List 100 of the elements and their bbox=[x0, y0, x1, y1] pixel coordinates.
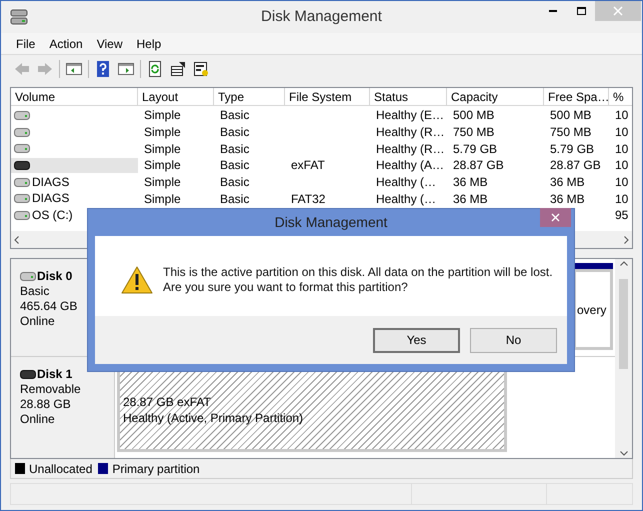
column-header[interactable]: Free Spa… bbox=[544, 88, 609, 105]
drive-icon bbox=[14, 178, 30, 187]
disk-size: 465.64 GB bbox=[20, 299, 78, 314]
table-cell: Healthy (A… bbox=[376, 158, 444, 172]
table-cell: 10 bbox=[615, 125, 628, 140]
partition-label: overy bbox=[577, 302, 608, 318]
table-cell: 95 bbox=[615, 208, 628, 222]
table-cell: 5.79 GB bbox=[453, 142, 498, 156]
settings-icon[interactable] bbox=[192, 60, 210, 78]
partition-size: 28.87 GB exFAT bbox=[123, 394, 212, 410]
close-icon bbox=[551, 213, 560, 222]
column-header[interactable]: % bbox=[609, 88, 632, 105]
table-cell: 750 MB bbox=[550, 125, 592, 140]
menu-item[interactable]: Help bbox=[132, 34, 166, 52]
menu-item[interactable]: File bbox=[11, 34, 40, 52]
properties-icon[interactable] bbox=[169, 60, 187, 78]
close-button[interactable] bbox=[540, 208, 571, 227]
partition-status: Healthy (Active, Primary Partition) bbox=[123, 410, 304, 426]
table-cell: Basic bbox=[220, 125, 250, 140]
table-cell: 750 MB bbox=[453, 125, 494, 140]
table-cell: 36 MB bbox=[550, 192, 585, 206]
column-header[interactable]: Volume bbox=[11, 88, 138, 105]
legend-label: Unallocated bbox=[29, 460, 92, 478]
table-cell: Simple bbox=[144, 108, 181, 122]
table-cell: 36 MB bbox=[453, 175, 488, 190]
table-cell: 5.79 GB bbox=[550, 142, 594, 156]
table-cell: Basic bbox=[220, 142, 250, 156]
volume-cell[interactable]: OS (C:) bbox=[11, 208, 138, 223]
drive-icon bbox=[14, 128, 30, 137]
table-cell: 10 bbox=[615, 108, 628, 122]
table-cell: Healthy (… bbox=[376, 192, 436, 206]
dialog-button[interactable]: No bbox=[470, 328, 557, 352]
table-cell: 28.87 GB bbox=[550, 158, 601, 172]
disk-type: Basic bbox=[20, 284, 50, 299]
drive-icon bbox=[20, 272, 36, 281]
disk-status: Online bbox=[20, 314, 56, 329]
scroll-left-icon[interactable] bbox=[14, 236, 19, 244]
menu-item[interactable]: View bbox=[92, 34, 128, 52]
column-header[interactable]: Status bbox=[370, 88, 447, 105]
drive-icon bbox=[14, 194, 30, 204]
disk-management-icon bbox=[10, 9, 28, 25]
table-cell: Healthy (R… bbox=[376, 142, 445, 156]
disk-name: Disk 0 bbox=[37, 269, 72, 284]
table-cell: 500 MB bbox=[550, 108, 592, 122]
help-icon[interactable] bbox=[94, 60, 112, 78]
table-cell: exFAT bbox=[291, 158, 325, 172]
dialog-title: Disk Management bbox=[274, 213, 388, 232]
table-cell: 36 MB bbox=[453, 192, 488, 206]
table-cell: Simple bbox=[144, 142, 181, 156]
table-cell: Healthy (… bbox=[376, 175, 436, 190]
pane-toggle-icon[interactable] bbox=[65, 60, 83, 78]
column-header[interactable]: Type bbox=[214, 88, 285, 105]
table-cell: 28.87 GB bbox=[453, 158, 504, 172]
table-cell: Simple bbox=[144, 158, 181, 172]
volume-cell[interactable]: DIAGS bbox=[11, 174, 138, 190]
legend-label: Primary partition bbox=[112, 460, 200, 478]
scroll-right-icon[interactable] bbox=[624, 236, 629, 244]
table-cell: Simple bbox=[144, 125, 181, 140]
disk-type: Removable bbox=[20, 382, 82, 397]
volume-cell[interactable] bbox=[11, 158, 138, 173]
refresh-icon[interactable] bbox=[146, 60, 164, 78]
volume-cell[interactable]: DIAGS bbox=[11, 191, 138, 206]
table-cell: Simple bbox=[144, 192, 181, 206]
table-cell: 36 MB bbox=[550, 175, 585, 190]
scroll-up-icon[interactable] bbox=[620, 261, 628, 266]
scroll-down-icon[interactable] bbox=[620, 451, 628, 456]
table-cell: 500 MB bbox=[453, 108, 494, 122]
warning-icon bbox=[121, 266, 153, 294]
table-cell: Healthy (E… bbox=[376, 108, 444, 122]
table-cell: Healthy (R… bbox=[376, 125, 445, 140]
table-cell: 10 bbox=[615, 175, 628, 190]
disk-status: Online bbox=[20, 412, 56, 427]
dialog-button[interactable]: Yes bbox=[373, 328, 460, 352]
column-header[interactable]: Capacity bbox=[447, 88, 544, 105]
table-cell: Basic bbox=[220, 192, 250, 206]
drive-icon bbox=[14, 160, 30, 170]
pane-toggle-icon[interactable] bbox=[117, 60, 135, 78]
table-cell: Simple bbox=[144, 175, 181, 190]
drive-icon bbox=[14, 210, 30, 220]
disk-name: Disk 1 bbox=[37, 367, 72, 382]
disk-size: 28.88 GB bbox=[20, 397, 72, 412]
close-icon bbox=[613, 6, 623, 16]
dialog-message: This is the active partition on this disk. All data on the partition will be lost. Are you sure you want to format this partition? bbox=[163, 265, 554, 295]
column-header[interactable]: File System bbox=[285, 88, 370, 105]
column-header[interactable]: Layout bbox=[138, 88, 214, 105]
vertical-scrollbar[interactable] bbox=[615, 259, 632, 458]
drive-icon bbox=[14, 110, 30, 120]
table-cell: 10 bbox=[615, 158, 628, 172]
table-cell: 10 bbox=[615, 142, 628, 156]
table-cell: 10 bbox=[615, 192, 628, 206]
table-cell: Basic bbox=[220, 108, 250, 122]
scroll-thumb[interactable] bbox=[619, 278, 628, 368]
table-cell: Basic bbox=[220, 158, 250, 172]
window-title: Disk Management bbox=[261, 6, 382, 27]
drive-icon bbox=[20, 370, 36, 379]
drive-icon bbox=[14, 144, 30, 154]
table-cell: FAT32 bbox=[291, 192, 326, 206]
disk-info-panel[interactable]: Disk 1 Removable 28.88 GB Online bbox=[11, 357, 115, 458]
menu-item[interactable]: Action bbox=[44, 34, 88, 52]
table-cell: Basic bbox=[220, 175, 250, 190]
